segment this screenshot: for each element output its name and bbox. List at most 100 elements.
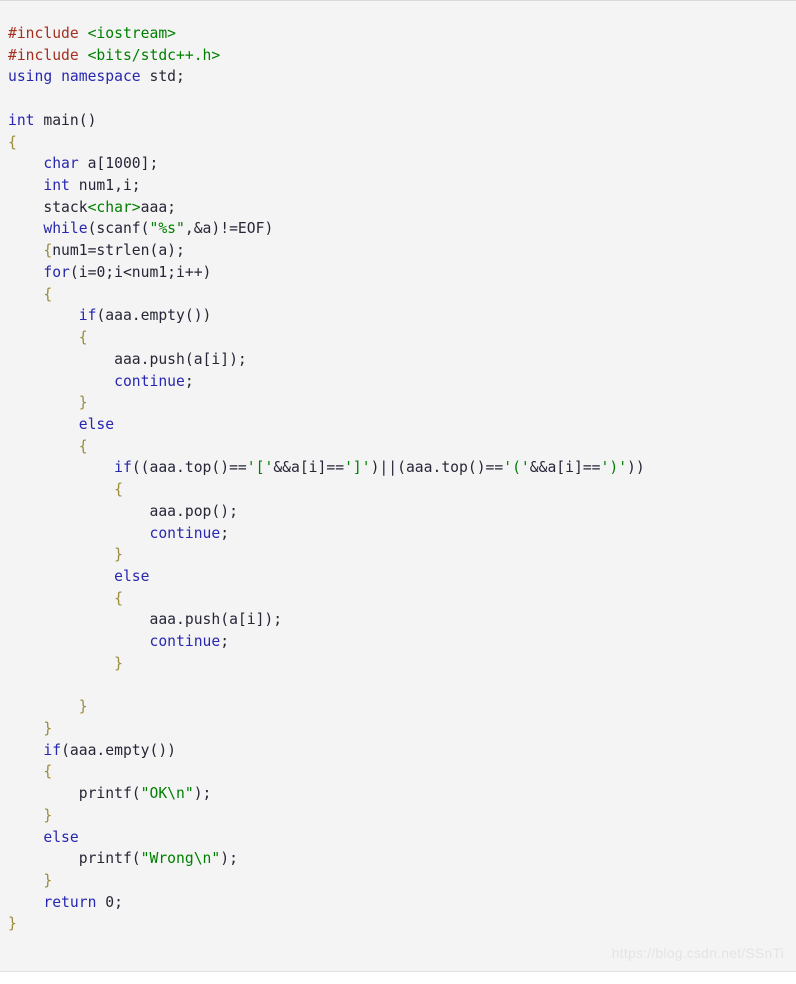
code-token: ); [193,785,212,803]
code-token: ,&a)!=EOF) [184,220,274,238]
code-token: } [114,546,123,564]
code-line: if(aaa.empty()) [8,305,788,327]
code-line: int num1,i; [8,175,788,197]
code-token: int [8,111,35,129]
code-token: ; [220,633,230,651]
code-line: aaa.pop(); [8,501,788,523]
code-line: using namespace std; [8,66,788,88]
code-line: else [8,827,788,849]
code-line: while(scanf("%s",&a)!=EOF) [8,218,788,240]
code-token: (scanf( [87,220,150,238]
code-token: 0 [105,893,115,911]
code-token: printf( [8,850,141,868]
code-line: aaa.push(a[i]); [8,349,788,371]
code-token: ']' [344,459,371,477]
code-line: } [8,392,788,414]
code-token: main() [34,111,97,129]
code-token: continue [149,524,221,542]
code-token: printf( [8,785,141,803]
code-line: ​ [8,88,788,110]
code-token: } [8,915,17,933]
code-block: #include <iostream> #include <bits/stdc++… [0,0,796,972]
code-line: if((aaa.top()=='['&&a[i]==']')||(aaa.top… [8,457,788,479]
code-line: #include <bits/stdc++.h> [8,45,788,67]
code-line: aaa.push(a[i]); [8,609,788,631]
code-token: } [78,394,88,412]
code-token: ; [220,524,230,542]
code-token: 0 [96,263,106,281]
code-token: )) [627,459,645,477]
code-token: #include [8,25,88,42]
code-token: (aaa.empty()) [61,741,177,759]
code-token: { [114,589,123,607]
code-token: "OK\n" [140,785,194,803]
code-token: char [43,155,79,173]
code-token: int [43,177,70,195]
code-line: } [8,718,788,740]
code-line: return 0; [8,892,788,914]
code-token: stack [8,198,88,216]
code-line: continue; [8,631,788,653]
code-token: if [114,459,132,477]
code-token: '[' [246,459,274,477]
code-token: a[ [78,155,106,173]
code-token: &&a[i]== [529,459,601,477]
code-token: <bits/stdc++.h> [87,46,221,64]
code-line: stack<char>aaa; [8,197,788,219]
code-token: } [43,720,53,737]
code-token: 1000 [105,155,141,173]
code-token: else [78,415,115,433]
code-token: '(' [503,459,530,477]
code-token: "%s" [149,220,185,238]
code-line: else [8,414,788,436]
code-token: aaa; [140,198,177,216]
code-line: else [8,566,788,588]
code-token: ;i<num1;i++) [105,263,212,281]
code-listing[interactable]: #include <iostream> #include <bits/stdc++… [0,23,796,935]
code-token: &&a[i]== [273,459,345,477]
code-line: printf("OK\n"); [8,783,788,805]
code-line: #include <iostream> [8,23,788,45]
code-token: while [43,220,88,238]
code-line: continue; [8,523,788,545]
code-token: { [43,242,53,260]
code-token: using [8,68,53,86]
code-token: { [78,437,88,455]
code-line: printf("Wrong\n"); [8,848,788,870]
code-line: { [8,588,788,610]
code-line: } [8,913,788,935]
code-token: { [78,329,88,347]
code-line: ​ [8,675,788,697]
code-token: aaa.push(a[i]); [8,611,283,629]
code-line: for(i=0;i<num1;i++) [8,262,788,284]
code-line: { [8,327,788,349]
code-line: { [8,479,788,501]
code-token: continue [149,633,221,651]
code-token: <iostream> [87,25,177,42]
code-token: aaa.pop(); [8,502,238,520]
code-token: if [78,307,97,325]
